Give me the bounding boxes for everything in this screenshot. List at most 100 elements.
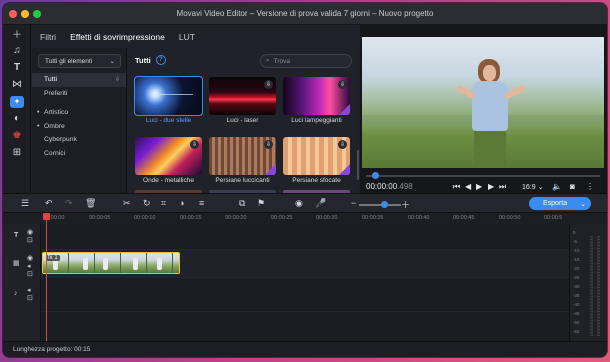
ruler-tick: 00:00:35 (362, 215, 384, 221)
zoom-slider-knob[interactable] (381, 201, 388, 208)
crop-icon[interactable]: ⌗ (161, 198, 166, 209)
playback-progress[interactable] (366, 172, 600, 179)
ruler-tick: 00:00:20 (225, 215, 247, 221)
timeline-ruler[interactable]: 00:00:00 00:00:05 00:00:10 00:00:15 00:0… (3, 213, 607, 224)
preview-panel: 00:00:00.498 ⏮ ◀ ▶ ▶ ⏭ 16:9 ⌄ 🔈 ◙ ⋮ (360, 25, 607, 193)
category-item-cornici[interactable]: Cornici (32, 147, 126, 161)
title-track[interactable] (3, 224, 569, 250)
category-dropdown[interactable]: Tutti gli elementi ⌄ (38, 54, 121, 68)
more-options-icon[interactable]: ⋮ (586, 182, 594, 191)
track-headers: T ◉ ⊡ ▦ ◉ ◂ ⊡ ♪ ◂ ⊡ (3, 224, 41, 341)
eye-icon[interactable]: ◉ (27, 228, 33, 236)
premium-corner (265, 164, 276, 175)
more-tools-icon[interactable]: ⊞ (3, 144, 31, 161)
effect-tile-persiane-luccicanti[interactable]: ⇩ (209, 137, 276, 175)
speaker-icon[interactable]: ◂ (27, 286, 31, 294)
playhead-handle[interactable] (43, 213, 50, 220)
gallery-scrollbar[interactable] (357, 150, 359, 180)
redo-icon[interactable]: ↷ (65, 198, 73, 209)
transitions-icon[interactable]: ⋈ (3, 76, 31, 93)
lock-icon[interactable]: ⊡ (27, 294, 33, 302)
tab-lut[interactable]: LUT (179, 32, 195, 42)
shirt (472, 81, 508, 131)
meter-label: 0 (573, 230, 576, 235)
fx-badge: fx 1 (46, 255, 60, 261)
lock-icon[interactable]: ⊡ (27, 236, 33, 244)
volume-icon[interactable]: 🔈 (552, 182, 562, 191)
meter-label: -15 (573, 257, 580, 262)
effects-icon[interactable]: ✦ (3, 93, 31, 110)
speaker-icon[interactable]: ◂ (27, 262, 31, 270)
step-forward-icon[interactable]: ▶ (488, 182, 494, 191)
category-label: Cornici (44, 149, 66, 157)
stickers-icon[interactable]: ♚ (3, 127, 31, 144)
overlay-icon[interactable]: ⧉ (239, 198, 245, 209)
time-main: 00:00:00 (366, 182, 398, 191)
rotate-icon[interactable]: ↻ (143, 198, 151, 209)
ruler-tick: 00:00:5 (544, 215, 563, 221)
bullet-icon: • (37, 122, 40, 130)
download-icon[interactable]: ⇩ (264, 80, 273, 89)
meter-bar-right (597, 236, 600, 336)
seek-knob[interactable] (372, 172, 379, 179)
play-icon[interactable]: ▶ (476, 182, 482, 191)
eye-icon[interactable]: ◉ (27, 254, 33, 262)
microphone-icon[interactable]: 🎤 (315, 198, 326, 209)
effect-tile-persiane-sfocate[interactable]: ⇩ (283, 137, 350, 175)
download-icon[interactable]: ⇩ (190, 140, 199, 149)
tab-effetti-sovrimpressione[interactable]: Effetti di sovrimpressione (70, 32, 165, 42)
effect-label: Luci - due stelle (145, 117, 192, 124)
category-item-preferiti[interactable]: Preferiti (32, 87, 126, 101)
category-item-tutti[interactable]: Tutti ⇩ (32, 73, 126, 87)
aspect-ratio-value: 16:9 (522, 184, 536, 191)
download-icon[interactable]: ⇩ (264, 140, 273, 149)
meter-label: -40 (573, 302, 580, 307)
edit-toolbar: ☰ ↶ ↷ 🗑 ✂ ↻ ⌗ ◑ ≡ ⧉ ⚑ ◉ 🎤 − ＋ Esporta ⌄ (3, 193, 607, 213)
video-clip[interactable]: fx 1 (42, 252, 180, 274)
tab-filtri[interactable]: Filtri (40, 32, 56, 42)
playhead[interactable] (43, 213, 50, 341)
export-button[interactable]: Esporta ⌄ (529, 197, 591, 210)
marker-icon[interactable]: ⚑ (257, 198, 265, 209)
face (483, 65, 496, 81)
plus-icon[interactable]: ＋ (3, 25, 31, 42)
zoom-out-icon[interactable]: − (351, 198, 356, 208)
category-item-cyberpunk[interactable]: Cyberpunk (32, 133, 126, 147)
lock-icon[interactable]: ⊡ (27, 270, 33, 278)
undo-icon[interactable]: ↶ (45, 198, 53, 209)
skip-end-icon[interactable]: ⏭ (499, 182, 506, 192)
step-back-icon[interactable]: ◀ (465, 182, 471, 191)
project-length: Lunghezza progetto: 00:15 (13, 346, 91, 353)
record-icon[interactable]: ◉ (295, 198, 303, 209)
effect-tile-luci-laser[interactable]: ⇩ (209, 77, 276, 115)
category-item-ombre[interactable]: • Ombre (32, 120, 126, 134)
music-note-icon[interactable]: ♫ (3, 42, 31, 59)
download-icon[interactable]: ⇩ (338, 80, 347, 89)
text-icon[interactable]: T (3, 59, 31, 76)
list-icon[interactable]: ☰ (21, 198, 29, 209)
effect-tile-luci-lampeggianti[interactable]: ⇩ (283, 77, 350, 115)
meter-label: -50 (573, 320, 580, 325)
category-item-artistico[interactable]: • Artistico (32, 106, 126, 120)
aspect-ratio-select[interactable]: 16:9 ⌄ (522, 183, 543, 191)
skip-start-icon[interactable]: ⏮ (453, 182, 460, 192)
cut-icon[interactable]: ✂ (123, 198, 131, 209)
effect-tile-luci-due-stelle[interactable] (134, 76, 203, 116)
ruler-tick: 00:00:15 (180, 215, 202, 221)
zoom-slider[interactable] (359, 201, 401, 208)
filters-icon[interactable]: ◐ (3, 110, 31, 127)
audio-track[interactable] (3, 278, 569, 312)
color-adjust-icon[interactable]: ◑ (179, 198, 184, 208)
zoom-in-icon[interactable]: ＋ (401, 198, 410, 211)
search-input[interactable]: ⌕ Trova (260, 54, 352, 68)
download-icon[interactable]: ⇩ (338, 140, 347, 149)
chevron-down-icon: ⌄ (109, 58, 115, 65)
snapshot-icon[interactable]: ◙ (570, 182, 575, 191)
help-icon[interactable]: ? (155, 55, 166, 65)
effect-tile-onde-metalliche[interactable]: ⇩ (135, 137, 202, 175)
grass-lower (474, 131, 506, 168)
search-placeholder: Trova (273, 57, 291, 65)
pin-icon: ⇩ (114, 77, 120, 84)
clip-properties-icon[interactable]: ≡ (199, 198, 204, 208)
delete-icon[interactable]: 🗑 (85, 198, 96, 209)
